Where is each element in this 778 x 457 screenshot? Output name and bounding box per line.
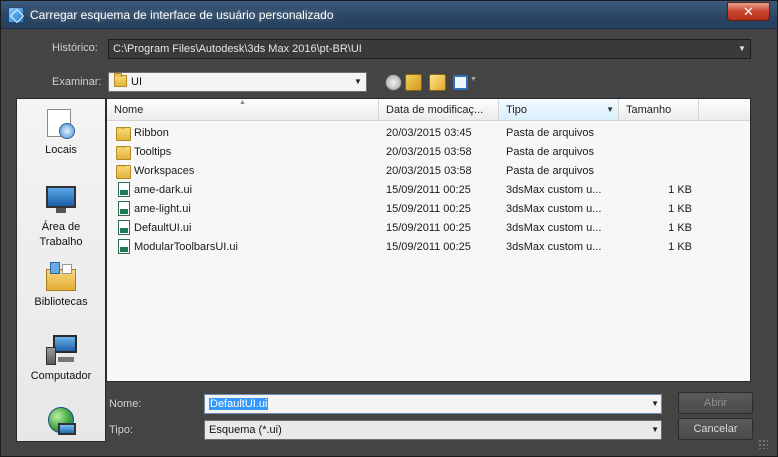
column-header-date[interactable]: Data de modificaç...	[379, 99, 499, 121]
app-icon	[8, 7, 24, 23]
ui-file-icon	[118, 201, 130, 216]
column-header-name[interactable]: ▲ Nome	[107, 99, 379, 121]
folder-icon	[116, 165, 131, 179]
file-size-cell: 1 KB	[668, 184, 692, 196]
filetype-label: Tipo:	[109, 424, 134, 436]
history-value: C:\Program Files\Autodesk\3ds Max 2016\p…	[113, 43, 362, 55]
column-header-filler	[699, 99, 750, 121]
column-header-type[interactable]: Tipo ▼	[499, 99, 619, 121]
table-row[interactable]: Tooltips 20/03/2015 03:58 Pasta de arquivo…	[107, 143, 750, 162]
filename-value: DefaultUI.ui	[209, 398, 269, 410]
sort-ascending-icon: ▲	[239, 99, 246, 106]
file-name-cell: Tooltips	[134, 146, 172, 158]
up-folder-icon[interactable]	[405, 74, 422, 91]
file-date-cell: 20/03/2015 03:45	[386, 127, 472, 139]
file-date-cell: 20/03/2015 03:58	[386, 165, 472, 177]
file-size-cell: 1 KB	[668, 203, 692, 215]
place-label: Bibliotecas	[34, 296, 88, 308]
cancel-button[interactable]: Cancelar	[678, 418, 753, 440]
file-name-cell: ame-dark.ui	[134, 184, 193, 196]
file-name-cell: ModularToolbarsUI.ui	[134, 241, 238, 253]
ui-file-icon	[118, 182, 130, 197]
file-list[interactable]: ▲ Nome Data de modificaç... Tipo ▼ Taman…	[106, 98, 751, 382]
history-combo[interactable]: C:\Program Files\Autodesk\3ds Max 2016\p…	[108, 39, 751, 59]
place-network[interactable]	[17, 405, 105, 442]
file-date-cell: 15/09/2011 00:25	[386, 184, 471, 196]
file-type-cell: Pasta de arquivos	[506, 146, 595, 158]
window-title: Carregar esquema de interface de usuário…	[30, 8, 334, 22]
new-folder-icon[interactable]	[429, 74, 446, 91]
recent-places-icon	[44, 107, 78, 141]
libraries-icon	[44, 259, 78, 293]
file-type-cell: 3dsMax custom u...	[506, 203, 602, 215]
look-in-label: Examinar:	[52, 76, 102, 88]
chevron-down-icon[interactable]: ▼	[651, 396, 659, 412]
filename-label: Nome:	[109, 398, 142, 410]
close-button[interactable]: ✕	[727, 2, 770, 21]
table-row[interactable]: ame-dark.ui 15/09/2011 00:25 3dsMax custom…	[107, 181, 750, 200]
place-desktop[interactable]: Área de Trabalho	[17, 183, 105, 250]
back-icon[interactable]	[385, 74, 402, 91]
chevron-down-icon[interactable]: ▼	[735, 41, 749, 57]
table-row[interactable]: Workspaces 20/03/2015 03:58 Pasta de arqui…	[107, 162, 750, 181]
file-name-cell: Ribbon	[134, 127, 169, 139]
table-row[interactable]: Ribbon 20/03/2015 03:45 Pasta de arquivos	[107, 124, 750, 143]
place-recent[interactable]: Locais	[17, 107, 105, 156]
place-libraries[interactable]: Bibliotecas	[17, 259, 105, 308]
filetype-select[interactable]: Esquema (*.ui) ▼	[204, 420, 662, 440]
place-label: Área de Trabalho	[39, 221, 83, 248]
look-in-value: UI	[131, 76, 142, 88]
chevron-down-icon[interactable]: ▼	[651, 422, 659, 438]
computer-icon	[44, 333, 78, 367]
file-date-cell: 15/09/2011 00:25	[386, 203, 471, 215]
chevron-down-icon[interactable]: ▼	[351, 74, 365, 90]
folder-icon	[116, 127, 131, 141]
look-in-combo[interactable]: UI ▼	[108, 72, 367, 92]
ui-file-icon	[118, 220, 130, 235]
column-label: Tamanho	[626, 104, 672, 116]
file-type-cell: 3dsMax custom u...	[506, 241, 602, 253]
dialog-body: Histórico: C:\Program Files\Autodesk\3ds…	[8, 30, 770, 451]
table-row[interactable]: DefaultUI.ui 15/09/2011 00:25 3dsMax custo…	[107, 219, 750, 238]
column-label: Nome	[114, 104, 144, 116]
column-label: Data de modificaç...	[386, 104, 484, 116]
filename-input[interactable]: DefaultUI.ui ▼	[204, 394, 662, 414]
column-header-size[interactable]: Tamanho	[619, 99, 699, 121]
table-row[interactable]: ame-light.ui 15/09/2011 00:25 3dsMax custo…	[107, 200, 750, 219]
desktop-icon	[44, 183, 78, 217]
file-dialog-window: Carregar esquema de interface de usuário…	[0, 0, 778, 457]
file-date-cell: 15/09/2011 00:25	[386, 222, 471, 234]
file-name-cell: DefaultUI.ui	[134, 222, 192, 234]
filetype-value: Esquema (*.ui)	[209, 424, 282, 436]
file-type-cell: Pasta de arquivos	[506, 127, 595, 139]
open-button[interactable]: Abrir	[678, 392, 753, 414]
file-date-cell: 15/09/2011 00:25	[386, 241, 471, 253]
places-bar: Locais Área de Trabalho Bibliotecas Comp…	[16, 98, 106, 442]
network-icon	[44, 405, 78, 439]
history-label: Histórico:	[52, 42, 98, 54]
file-type-cell: 3dsMax custom u...	[506, 222, 602, 234]
chevron-down-icon[interactable]: ▼	[606, 99, 614, 120]
table-row[interactable]: ModularToolbarsUI.ui 15/09/2011 00:25 3dsM…	[107, 238, 750, 257]
column-label: Tipo	[506, 104, 527, 116]
ui-file-icon	[118, 239, 130, 254]
file-date-cell: 20/03/2015 03:58	[386, 146, 472, 158]
title-bar[interactable]: Carregar esquema de interface de usuário…	[1, 1, 777, 29]
view-menu-chevron-icon[interactable]: ▼	[470, 76, 477, 83]
file-name-cell: Workspaces	[134, 165, 195, 177]
place-label: Computador	[30, 370, 92, 382]
folder-icon	[114, 73, 127, 87]
folder-icon	[116, 146, 131, 160]
file-size-cell: 1 KB	[668, 241, 692, 253]
resize-grip-icon[interactable]	[758, 439, 768, 449]
place-label: Locais	[45, 144, 77, 156]
place-computer[interactable]: Computador	[17, 333, 105, 382]
file-name-cell: ame-light.ui	[134, 203, 191, 215]
view-menu-icon[interactable]	[453, 75, 468, 90]
file-type-cell: 3dsMax custom u...	[506, 184, 602, 196]
file-type-cell: Pasta de arquivos	[506, 165, 595, 177]
file-size-cell: 1 KB	[668, 222, 692, 234]
